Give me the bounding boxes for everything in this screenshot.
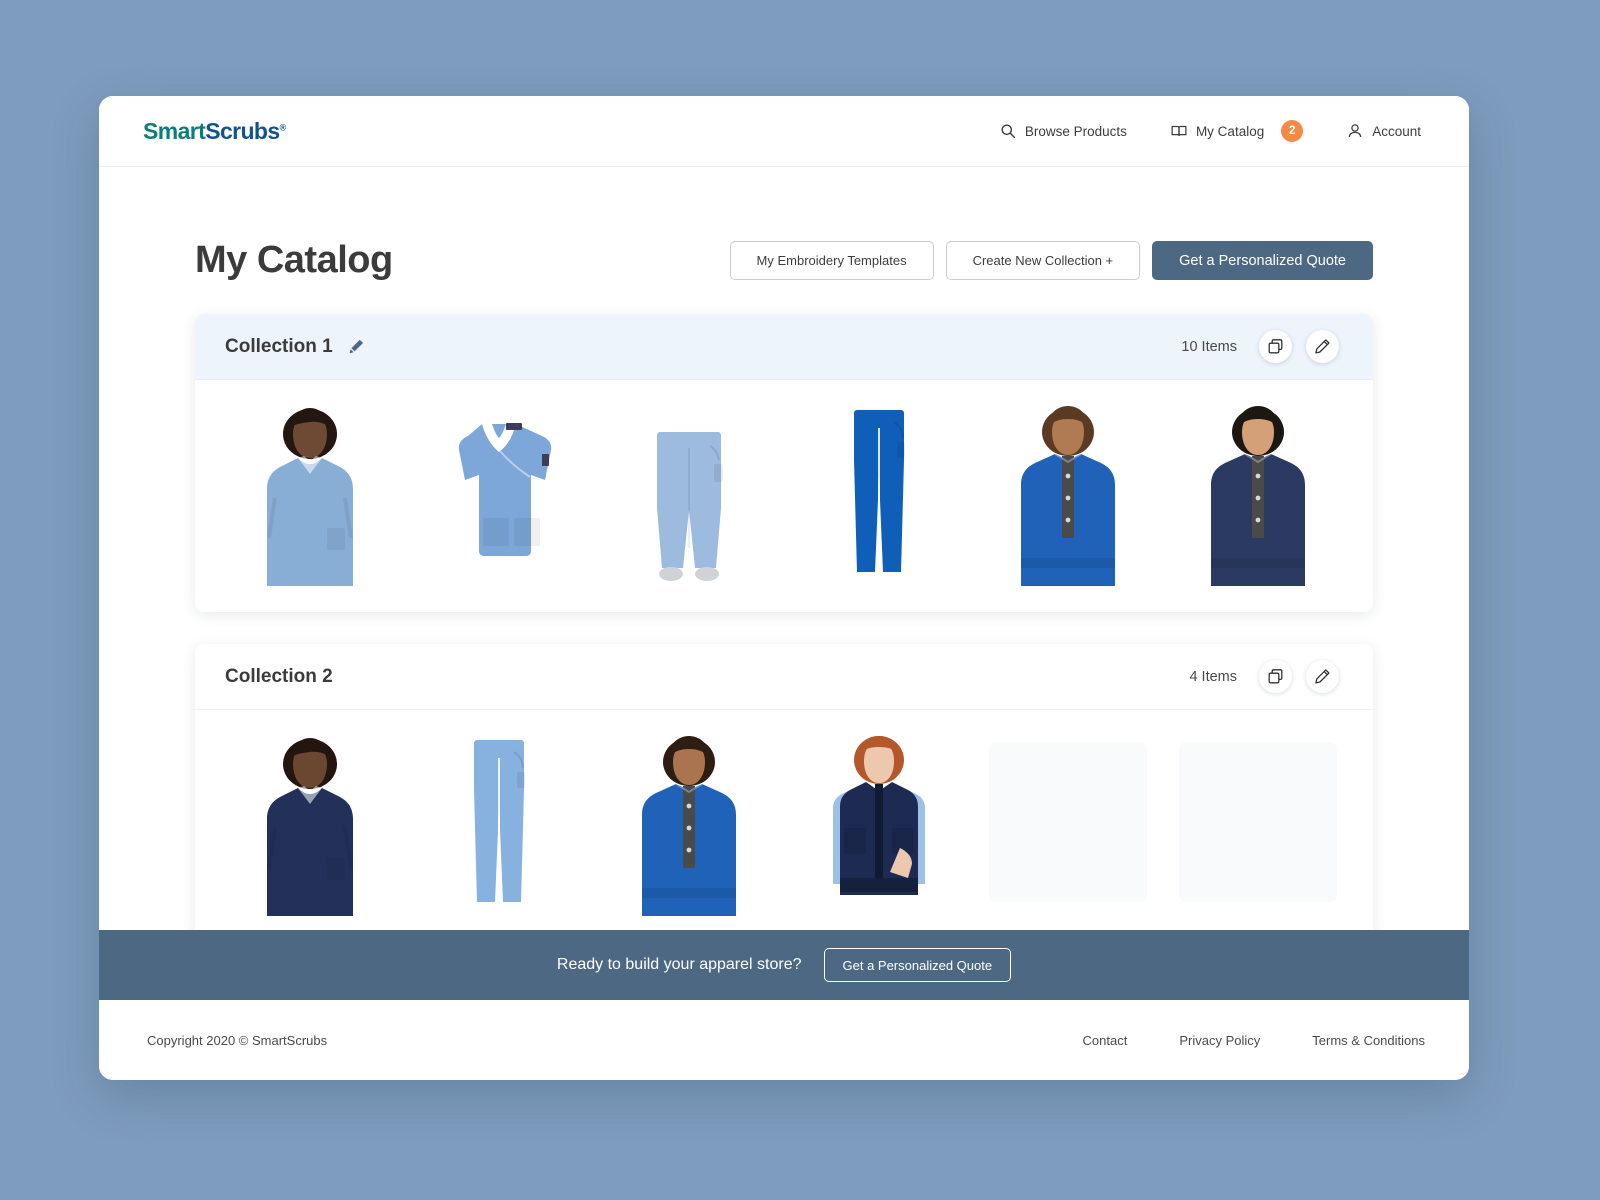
product-thumbnail[interactable] [788,728,970,916]
edit-collection-button[interactable] [1306,330,1339,363]
product-thumbnail[interactable] [1167,398,1349,586]
my-embroidery-templates-button[interactable]: My Embroidery Templates [729,241,934,280]
create-new-collection-button[interactable]: Create New Collection + [945,241,1141,280]
empty-product-slot[interactable] [978,728,1160,916]
logo-text-smart: Smart [143,117,206,144]
footer-link-contact[interactable]: Contact [1083,1033,1128,1048]
user-icon [1347,123,1363,139]
product-thumbnail[interactable] [219,398,401,586]
page-footer: Copyright 2020 © SmartScrubs Contact Pri… [99,1000,1469,1080]
copyright-text: Copyright 2020 © SmartScrubs [147,1032,328,1048]
catalog-icon [1171,123,1187,139]
smartscrubs-logo[interactable]: SmartScrubs® [143,117,287,144]
nav-label-account: Account [1372,123,1421,139]
collection-item-count: 4 Items [1189,668,1237,685]
footer-links: Contact Privacy Policy Terms & Condition… [1083,1033,1425,1048]
product-thumbnail[interactable] [978,398,1160,586]
logo-text-scrubs: Scrubs [205,117,280,144]
collection-card: Collection 2 4 Items [195,644,1373,930]
edit-collection-button[interactable] [1306,660,1339,693]
edit-collection-name-icon[interactable] [349,339,364,354]
footer-link-terms-conditions[interactable]: Terms & Conditions [1312,1033,1425,1048]
page-title: My Catalog [195,239,393,281]
nav-item-my-catalog[interactable]: My Catalog 2 [1171,120,1304,142]
product-thumbnail[interactable] [788,398,970,586]
nav-label-browse-products: Browse Products [1024,123,1127,139]
collection-header-actions: 10 Items [1181,330,1339,363]
collection-header: Collection 2 4 Items [195,644,1373,710]
duplicate-collection-button[interactable] [1259,330,1292,363]
collection-products [195,710,1373,930]
collection-title: Collection 2 [225,665,333,687]
product-thumbnail[interactable] [598,398,780,586]
empty-product-slot[interactable] [1167,728,1349,916]
browser-window: SmartScrubs® Browse Products My Catalog … [99,96,1469,1080]
catalog-count-badge: 2 [1281,120,1304,142]
footer-link-privacy-policy[interactable]: Privacy Policy [1179,1033,1260,1048]
nav-links: Browse Products My Catalog 2 Account [1000,120,1421,142]
collection-title: Collection 1 [225,335,333,357]
nav-label-my-catalog: My Catalog [1195,123,1265,139]
placeholder-tile [1179,742,1338,902]
product-thumbnail[interactable] [409,728,591,916]
collection-item-count: 10 Items [1181,338,1237,355]
cta-get-personalized-quote-button[interactable]: Get a Personalized Quote [823,948,1012,982]
logo-registered-mark: ® [279,121,287,132]
duplicate-collection-button[interactable] [1259,660,1292,693]
collection-header: Collection 1 10 Items [195,314,1373,380]
collections-list: Collection 1 10 Items Collection 2 4 Ite… [195,314,1373,930]
collection-products [195,380,1373,612]
product-thumbnail[interactable] [219,728,401,916]
header-action-buttons: My Embroidery Templates Create New Colle… [729,241,1373,280]
top-navigation-bar: SmartScrubs® Browse Products My Catalog … [99,96,1469,167]
page-header: My Catalog My Embroidery Templates Creat… [195,167,1373,314]
collection-card: Collection 1 10 Items [195,314,1373,612]
get-personalized-quote-button[interactable]: Get a Personalized Quote [1152,241,1373,280]
product-thumbnail[interactable] [598,728,780,916]
collection-header-actions: 4 Items [1189,660,1339,693]
nav-item-account[interactable]: Account [1347,123,1421,139]
nav-item-browse-products[interactable]: Browse Products [1000,123,1127,139]
search-icon [1000,123,1016,139]
footer-cta-band: Ready to build your apparel store? Get a… [99,930,1469,1000]
cta-text: Ready to build your apparel store? [556,956,802,973]
page-content: My Catalog My Embroidery Templates Creat… [99,167,1469,930]
product-thumbnail[interactable] [409,398,591,586]
placeholder-tile [989,742,1148,902]
